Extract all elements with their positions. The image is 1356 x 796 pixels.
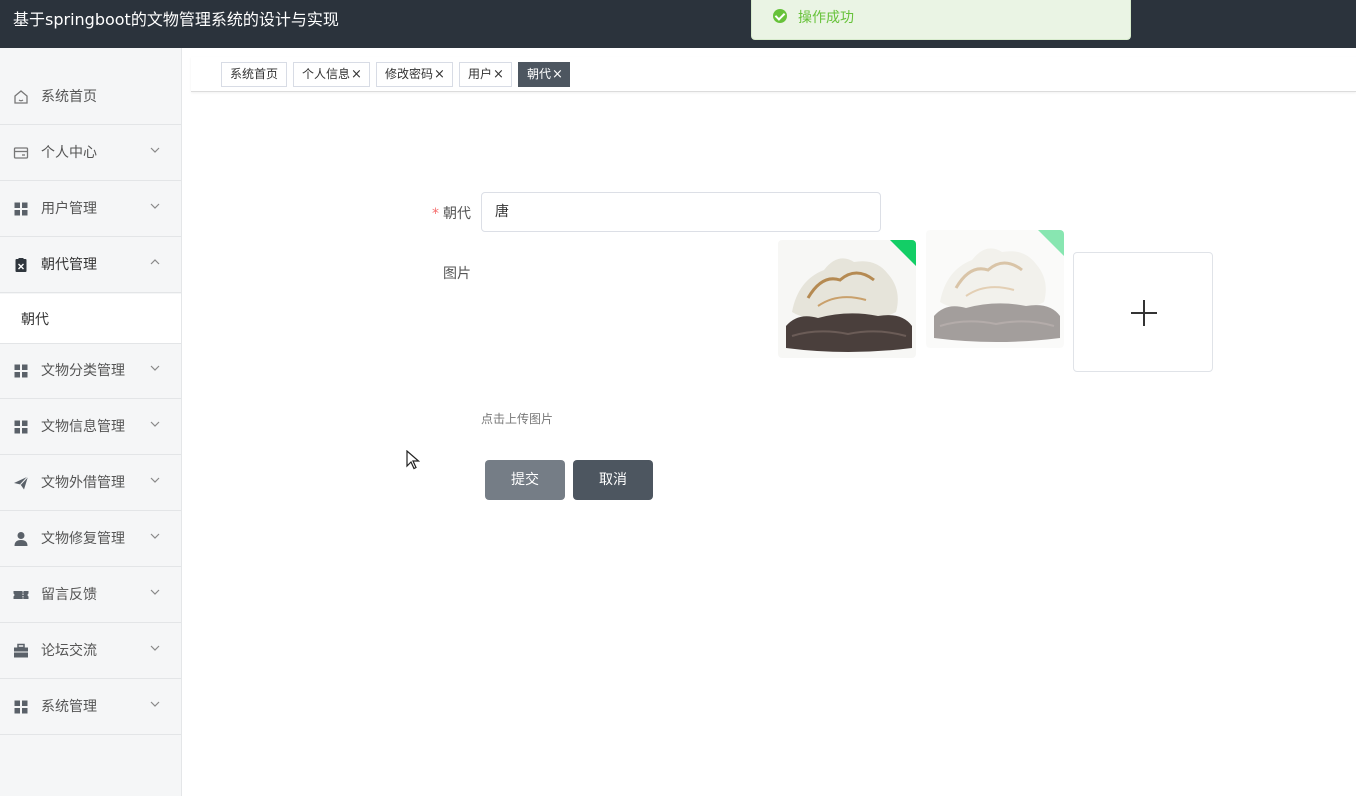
sidebar: 系统首页 个人中心 用户管理 朝代管理 朝代 文物分类管理 文物信息管理 文物外… bbox=[0, 48, 182, 796]
chevron-up-icon bbox=[150, 259, 160, 265]
tab-label: 用户 bbox=[468, 67, 493, 81]
grid-icon bbox=[14, 202, 28, 216]
sidebar-item-forum[interactable]: 论坛交流 bbox=[0, 623, 181, 679]
tab-label: 修改密码 bbox=[385, 67, 434, 81]
tags-view-bar: 系统首页 个人信息× 修改密码× 用户× 朝代× bbox=[191, 57, 1356, 92]
app-title: 基于springboot的文物管理系统的设计与实现 bbox=[13, 10, 339, 29]
sidebar-item-relic-category-management[interactable]: 文物分类管理 bbox=[0, 343, 181, 399]
required-mark: * bbox=[432, 206, 439, 222]
sidebar-item-label: 文物修复管理 bbox=[41, 531, 125, 547]
close-icon[interactable]: × bbox=[434, 67, 445, 82]
sidebar-item-system-management[interactable]: 系统管理 bbox=[0, 679, 181, 735]
tab-label: 系统首页 bbox=[230, 67, 279, 81]
sidebar-item-home[interactable]: 系统首页 bbox=[0, 69, 181, 125]
tab-dynasty[interactable]: 朝代× bbox=[518, 62, 570, 87]
wallet-icon bbox=[13, 147, 29, 159]
sidebar-subitem-label: 朝代 bbox=[21, 312, 49, 328]
close-icon[interactable]: × bbox=[351, 67, 362, 82]
uploaded-image-thumbnail[interactable] bbox=[926, 230, 1064, 348]
chevron-down-icon bbox=[150, 421, 160, 427]
cancel-button[interactable]: 取消 bbox=[573, 460, 653, 500]
tab-label: 个人信息 bbox=[302, 67, 351, 81]
upload-success-badge bbox=[1038, 230, 1064, 256]
tab-label: 朝代 bbox=[527, 67, 552, 81]
sidebar-item-label: 个人中心 bbox=[41, 145, 97, 161]
sidebar-item-label: 用户管理 bbox=[41, 201, 97, 217]
toast-message: 操作成功 bbox=[798, 10, 854, 26]
close-icon[interactable]: × bbox=[493, 67, 504, 82]
sidebar-item-relic-repair-management[interactable]: 文物修复管理 bbox=[0, 511, 181, 567]
dynasty-input[interactable]: 唐 bbox=[481, 192, 881, 232]
upload-hint: 点击上传图片 bbox=[481, 412, 554, 426]
chevron-down-icon bbox=[150, 365, 160, 371]
chevron-down-icon bbox=[150, 533, 160, 539]
send-icon bbox=[14, 476, 29, 490]
chevron-down-icon bbox=[150, 645, 160, 651]
chevron-down-icon bbox=[150, 147, 160, 153]
upload-success-badge bbox=[890, 240, 916, 266]
success-toast: 操作成功 bbox=[751, 0, 1131, 40]
tab-change-password[interactable]: 修改密码× bbox=[376, 62, 453, 87]
sidebar-item-feedback[interactable]: 留言反馈 bbox=[0, 567, 181, 623]
grid-icon bbox=[14, 700, 28, 714]
chevron-down-icon bbox=[150, 589, 160, 595]
tab-home[interactable]: 系统首页 bbox=[221, 62, 287, 87]
chevron-down-icon bbox=[150, 203, 160, 209]
check-circle-icon bbox=[773, 9, 787, 23]
tab-user[interactable]: 用户× bbox=[459, 62, 512, 87]
mouse-cursor-icon bbox=[406, 450, 420, 470]
submit-button[interactable]: 提交 bbox=[485, 460, 565, 500]
grid-icon bbox=[14, 420, 28, 434]
dynasty-label-text: 朝代 bbox=[443, 206, 471, 222]
sidebar-item-label: 系统首页 bbox=[41, 89, 97, 105]
grid-icon bbox=[14, 364, 28, 378]
briefcase-icon bbox=[14, 643, 28, 658]
top-header: 基于springboot的文物管理系统的设计与实现 bbox=[0, 0, 1356, 48]
sidebar-item-label: 系统管理 bbox=[41, 699, 97, 715]
clipboard-icon bbox=[15, 258, 27, 272]
sidebar-item-dynasty-management[interactable]: 朝代管理 bbox=[0, 237, 181, 293]
user-icon bbox=[14, 532, 28, 546]
sidebar-subitem-dynasty[interactable]: 朝代 bbox=[0, 294, 181, 344]
sidebar-item-relic-loan-management[interactable]: 文物外借管理 bbox=[0, 455, 181, 511]
uploaded-image-thumbnail[interactable] bbox=[778, 240, 916, 358]
sidebar-item-label: 文物信息管理 bbox=[41, 419, 125, 435]
close-icon[interactable]: × bbox=[552, 67, 563, 82]
sidebar-item-user-management[interactable]: 用户管理 bbox=[0, 181, 181, 237]
sidebar-item-personal-center[interactable]: 个人中心 bbox=[0, 125, 181, 181]
dynasty-label: * 朝代 bbox=[432, 203, 471, 223]
ticket-icon bbox=[13, 591, 29, 599]
image-label: 图片 bbox=[443, 266, 471, 282]
tab-personal-info[interactable]: 个人信息× bbox=[293, 62, 370, 87]
sidebar-item-relic-info-management[interactable]: 文物信息管理 bbox=[0, 399, 181, 455]
home-icon bbox=[14, 90, 28, 104]
sidebar-item-label: 文物分类管理 bbox=[41, 363, 125, 379]
sidebar-item-label: 朝代管理 bbox=[41, 257, 97, 273]
image-upload-button[interactable] bbox=[1073, 252, 1213, 372]
chevron-down-icon bbox=[150, 477, 160, 483]
sidebar-item-label: 留言反馈 bbox=[41, 587, 97, 603]
chevron-down-icon bbox=[150, 701, 160, 707]
sidebar-item-label: 文物外借管理 bbox=[41, 475, 125, 491]
sidebar-item-label: 论坛交流 bbox=[41, 643, 97, 659]
